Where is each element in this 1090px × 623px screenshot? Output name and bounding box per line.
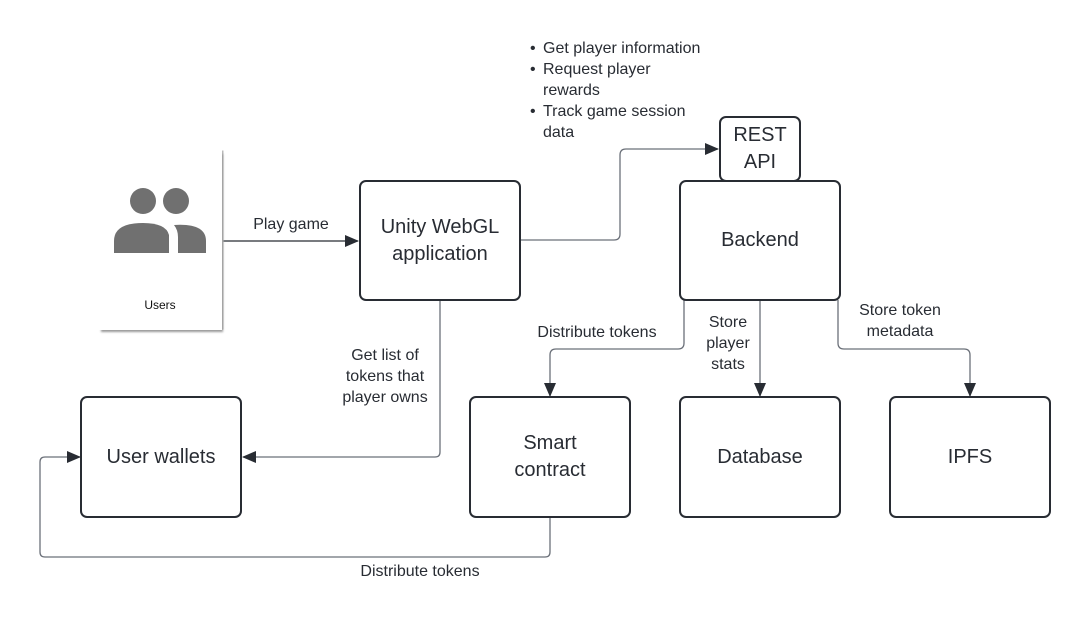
label-store-player-stats: Store player stats [706,314,750,373]
api-note-item: Track game session data [528,101,728,143]
users-icon [114,188,206,253]
api-note-item: Get player information [528,38,728,59]
smart-contract-node[interactable]: Smart contract [469,396,631,518]
rest-api-node[interactable]: REST API [719,116,801,182]
ipfs-node[interactable]: IPFS [889,396,1051,518]
api-notes-list: Get player information Request player re… [528,38,728,143]
label-distribute-tokens-contract: Distribute tokens [360,563,480,580]
label-play-game: Play game [253,216,329,233]
database-node[interactable]: Database [679,396,841,518]
backend-node[interactable]: Backend [679,180,841,301]
label-store-token-metadata: Store token metadata [859,302,941,340]
api-note-item: Request player rewards [528,59,728,101]
users-label: Users [144,298,176,312]
unity-webgl-node[interactable]: Unity WebGL application [359,180,521,301]
user-wallets-node[interactable]: User wallets [80,396,242,518]
edge-backend-to-contract [544,300,685,397]
users-node[interactable]: Users [98,150,222,330]
label-get-token-list: Get list of tokens that player owns [342,347,428,406]
label-distribute-tokens-backend: Distribute tokens [537,324,657,341]
